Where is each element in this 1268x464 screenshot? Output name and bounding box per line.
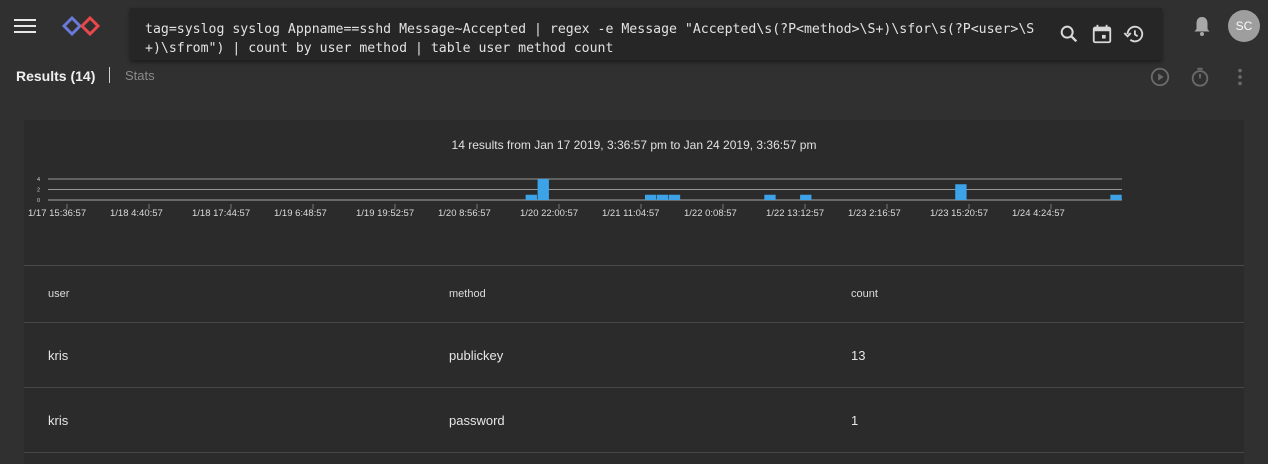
table-row[interactable]: kris password 1: [24, 387, 1244, 452]
cell-count: 13: [851, 348, 866, 363]
histogram-chart[interactable]: 4 2 0 1/17 15:36:57 1/18 4:40:57 1/18 17:44:5…: [24, 170, 1244, 220]
query-editor[interactable]: tag=syslog syslog Appname==sshd Message~…: [130, 8, 1162, 60]
cell-method: publickey: [449, 348, 504, 363]
y-tick-label: 2: [37, 188, 40, 194]
histogram-bar: [656, 194, 669, 200]
column-header-method[interactable]: method: [449, 288, 486, 300]
row-divider: [24, 452, 1244, 453]
search-icon[interactable]: [1058, 23, 1080, 45]
bell-icon[interactable]: [1190, 14, 1214, 38]
x-tick-label: 1/22 13:12:57: [766, 208, 824, 219]
play-icon[interactable]: [1149, 66, 1171, 88]
calendar-icon[interactable]: [1091, 23, 1113, 45]
x-tick-label: 1/17 15:36:57: [28, 208, 86, 219]
tab-divider: [109, 67, 110, 83]
column-header-user[interactable]: user: [48, 288, 69, 300]
histogram-bar: [764, 194, 776, 200]
app-logo: [62, 15, 101, 37]
row-divider: [24, 322, 1244, 323]
tab-stats[interactable]: Stats: [125, 68, 155, 83]
x-tick-label: 1/18 4:40:57: [110, 208, 163, 219]
top-bar: tag=syslog syslog Appname==sshd Message~…: [0, 0, 1268, 60]
histogram-bar: [644, 194, 657, 200]
cell-count: 1: [851, 413, 859, 428]
histogram-bar: [800, 194, 812, 200]
history-icon[interactable]: [1123, 23, 1145, 45]
x-tick-label: 1/21 11:04:57: [602, 208, 659, 219]
cell-method: password: [449, 413, 505, 428]
histogram-bar: [955, 184, 967, 200]
menu-icon[interactable]: [12, 14, 40, 38]
y-tick-label: 4: [37, 177, 40, 183]
x-tick-label: 1/23 15:20:57: [930, 208, 988, 219]
histogram-bar: [525, 194, 537, 200]
results-card: 14 results from Jan 17 2019, 3:36:57 pm …: [24, 120, 1244, 464]
timer-icon[interactable]: [1189, 66, 1211, 88]
row-divider: [24, 387, 1244, 388]
x-tick-label: 1/19 6:48:57: [274, 208, 327, 219]
histogram-bar: [537, 179, 549, 200]
y-tick-label: 0: [37, 198, 40, 204]
x-tick-label: 1/20 22:00:57: [520, 208, 578, 219]
x-tick-label: 1/19 19:52:57: [356, 208, 414, 219]
table-top-divider: [24, 265, 1244, 266]
histogram-bar: [1110, 194, 1122, 200]
x-tick-label: 1/24 4:24:57: [1012, 208, 1065, 219]
x-tick-label: 1/18 17:44:57: [192, 208, 250, 219]
query-text[interactable]: tag=syslog syslog Appname==sshd Message~…: [145, 20, 1050, 58]
avatar[interactable]: SC: [1228, 10, 1260, 42]
table-row[interactable]: kris publickey 13: [24, 322, 1244, 387]
x-tick-label: 1/23 2:16:57: [848, 208, 901, 219]
histogram-bar: [668, 194, 681, 200]
x-tick-label: 1/22 0:08:57: [684, 208, 737, 219]
cell-user: kris: [48, 348, 69, 363]
x-tick-label: 1/20 8:56:57: [438, 208, 491, 219]
results-summary: 14 results from Jan 17 2019, 3:36:57 pm …: [451, 138, 817, 152]
tab-results[interactable]: Results (14): [16, 68, 95, 84]
more-vert-icon[interactable]: [1229, 66, 1251, 88]
column-header-count[interactable]: count: [851, 288, 878, 300]
cell-user: kris: [48, 413, 69, 428]
